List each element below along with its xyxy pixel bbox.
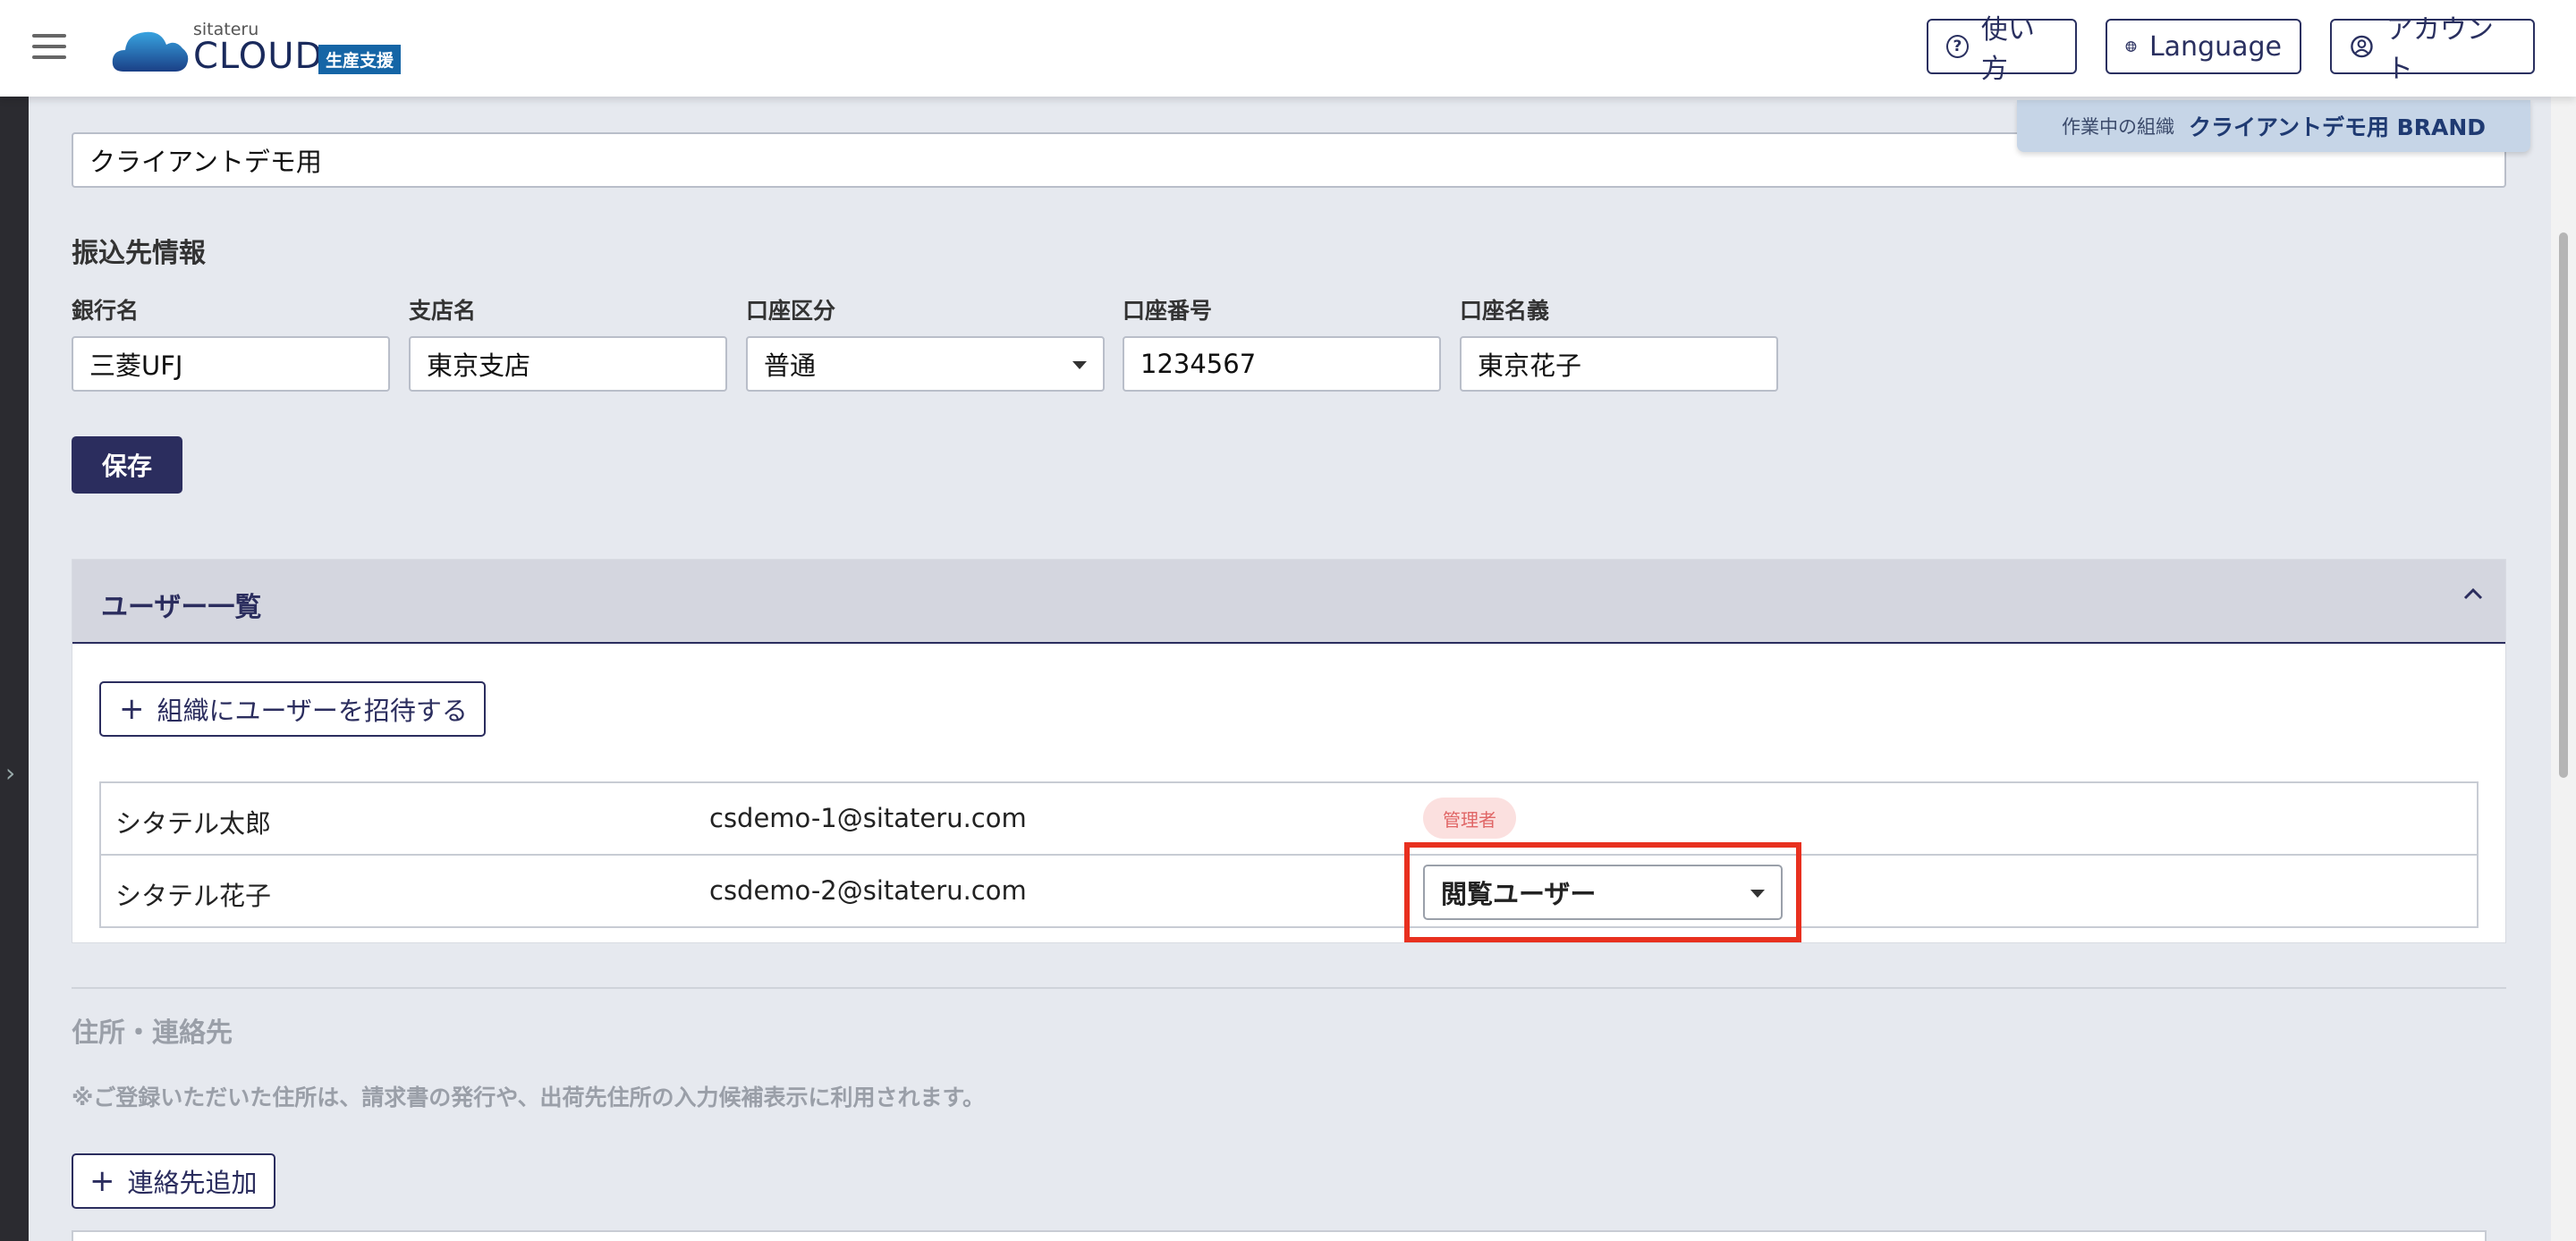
bank-info-title: 振込先情報 <box>72 238 206 269</box>
account-button[interactable]: アカウント <box>2330 14 2535 85</box>
bank-name-label: 銀行名 <box>72 298 140 324</box>
account-number-label: 口座番号 <box>1123 298 1213 324</box>
account-number-value: 1234567 <box>1140 349 1257 379</box>
account-number-input[interactable]: 1234567 <box>1123 336 1441 392</box>
branch-name-value: 東京支店 <box>427 350 531 381</box>
table-row: シタテル太郎 csdemo-1@sitateru.com 管理者 <box>101 783 2477 856</box>
account-type-value: 普通 <box>764 350 817 381</box>
account-type-select[interactable]: 普通 <box>746 336 1105 392</box>
cloud-logo-icon <box>112 31 189 72</box>
user-email: csdemo-2@sitateru.com <box>709 875 1027 906</box>
invite-user-button[interactable]: + 組織にユーザーを招待する <box>99 681 486 737</box>
add-contact-button[interactable]: + 連絡先追加 <box>72 1153 275 1209</box>
account-type-label: 口座区分 <box>746 298 836 324</box>
contact-table <box>72 1230 2487 1241</box>
chevron-up-icon[interactable] <box>2462 583 2484 604</box>
language-button[interactable]: Language <box>2106 19 2301 74</box>
account-holder-input[interactable]: 東京花子 <box>1460 336 1778 392</box>
account-holder-label: 口座名義 <box>1460 298 1550 324</box>
user-list-title: ユーザー一覧 <box>101 592 262 623</box>
section-divider <box>72 987 2506 989</box>
user-email: csdemo-1@sitateru.com <box>709 803 1027 833</box>
page-scrollbar[interactable] <box>2551 97 2576 1241</box>
account-button-label: アカウント <box>2385 14 2494 85</box>
user-name: シタテル花子 <box>115 881 272 911</box>
account-holder-value: 東京花子 <box>1478 350 1582 381</box>
organization-name-value: クライアントデモ用 <box>89 147 322 177</box>
user-list-header[interactable]: ユーザー一覧 <box>72 560 2505 644</box>
hamburger-menu-icon[interactable] <box>32 34 66 59</box>
help-button-label: 使い方 <box>1980 14 2035 85</box>
address-contact-title: 住所・連絡先 <box>72 1017 233 1049</box>
chevron-right-icon[interactable]: › <box>5 758 15 788</box>
logo-badge: 生産支援 <box>318 45 402 74</box>
user-role-select[interactable]: 閲覧ユーザー <box>1423 865 1783 920</box>
user-name: シタテル太郎 <box>115 808 272 839</box>
language-button-label: Language <box>2148 30 2282 63</box>
help-button[interactable]: ? 使い方 <box>1927 14 2077 85</box>
table-row: シタテル花子 csdemo-2@sitateru.com 閲覧ユーザー <box>101 856 2477 928</box>
bank-name-value: 三菱UFJ <box>89 350 183 381</box>
globe-icon <box>2125 41 2137 52</box>
save-button[interactable]: 保存 <box>72 436 182 494</box>
add-contact-label: 連絡先追加 <box>127 1168 258 1198</box>
user-table: シタテル太郎 csdemo-1@sitateru.com 管理者 シタテル花子 … <box>99 781 2479 928</box>
app-header: sitateru CLOUD 生産支援 ? 使い方 Language アカウント <box>0 0 2576 97</box>
user-role-value: 閲覧ユーザー <box>1441 879 1597 909</box>
admin-role-badge: 管理者 <box>1423 798 1516 839</box>
logo-text: CLOUD <box>193 36 324 77</box>
plus-icon: + <box>89 1163 115 1199</box>
address-note: ※ご登録いただいた住所は、請求書の発行や、出荷先住所の入力候補表示に利用されます… <box>72 1085 986 1110</box>
sitateru-cloud-logo[interactable]: sitateru CLOUD 生産支援 <box>111 20 415 77</box>
active-organization-label: 作業中の組織 <box>2061 116 2174 138</box>
caret-down-icon <box>1750 890 1765 898</box>
scrollbar-thumb[interactable] <box>2559 232 2568 778</box>
active-organization-name: クライアントデモ用 BRAND <box>2188 114 2487 140</box>
caret-down-icon <box>1072 361 1087 369</box>
active-organization-banner: 作業中の組織 クライアントデモ用 BRAND <box>2017 100 2530 152</box>
branch-name-label: 支店名 <box>409 298 477 324</box>
invite-user-label: 組織にユーザーを招待する <box>157 696 468 726</box>
question-circle-icon: ? <box>1946 35 1969 58</box>
user-list-panel: ユーザー一覧 + 組織にユーザーを招待する シタテル太郎 csdemo-1@si… <box>72 559 2506 943</box>
bank-name-input[interactable]: 三菱UFJ <box>72 336 390 392</box>
collapsed-sidebar: › <box>0 97 29 1241</box>
branch-name-input[interactable]: 東京支店 <box>409 336 727 392</box>
user-circle-icon <box>2351 35 2373 58</box>
plus-icon: + <box>119 691 145 727</box>
